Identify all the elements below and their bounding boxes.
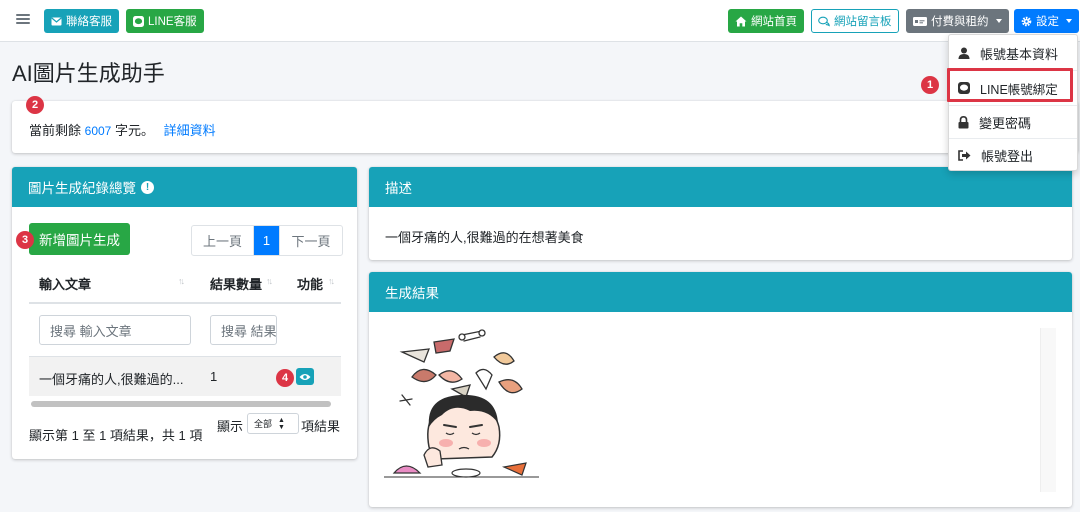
line-support-label: LINE客服 — [148, 16, 197, 28]
table-summary: 顯示第 1 至 1 項結果，共 1 項 — [29, 428, 203, 443]
site-home-button[interactable]: 網站首頁 — [728, 9, 804, 33]
card-icon — [913, 16, 927, 26]
quota-info-card: 當前剩餘 6007 字元。 詳細資料 — [12, 101, 1078, 153]
settings-label: 設定 — [1036, 16, 1059, 28]
search-input-count[interactable]: 搜尋 結果數量 — [210, 315, 277, 345]
column-header-input[interactable]: 輸入文章 — [39, 274, 91, 293]
result-scrollbar[interactable] — [1040, 328, 1056, 492]
table-header-divider — [29, 302, 341, 304]
menu-item-logout[interactable]: 帳號登出 — [949, 138, 1077, 172]
settings-dropdown-menu: 帳號基本資料 LINE帳號綁定 變更密碼 帳號登出 — [948, 34, 1078, 171]
step-badge-1: 1 — [921, 76, 939, 94]
show-label: 顯示 — [217, 419, 244, 434]
site-home-label: 網站首頁 — [751, 16, 797, 28]
new-image-generation-button[interactable]: 新增圖片生成 — [29, 223, 130, 255]
quota-text: 當前剩餘 6007 字元。 詳細資料 — [29, 120, 216, 139]
top-navbar: 聯絡客服 LINE客服 網站首頁 網站留言板 付費與租約 設定 — [0, 0, 1080, 42]
lock-icon — [958, 115, 969, 128]
chevron-down-icon — [1066, 19, 1072, 23]
line-icon — [133, 15, 144, 27]
step-badge-4: 4 — [276, 369, 294, 387]
prev-page-button[interactable]: 上一頁 — [192, 226, 254, 255]
column-header-function[interactable]: 功能 — [297, 274, 323, 293]
line-support-button[interactable]: LINE客服 — [126, 9, 204, 33]
menu-item-change-password[interactable]: 變更密碼 — [949, 105, 1077, 139]
result-title: 生成結果 — [385, 286, 439, 301]
user-icon — [958, 47, 970, 59]
next-page-button[interactable]: 下一頁 — [280, 226, 342, 255]
search-input-text[interactable]: 搜尋 輸入文章 — [39, 315, 191, 345]
line-binding-highlight — [947, 68, 1073, 102]
result-card: 生成結果 — [369, 272, 1072, 507]
row-result-count: 1 — [210, 369, 218, 384]
page-title: AI圖片生成助手 — [12, 61, 165, 86]
chevron-down-icon — [995, 19, 1002, 23]
home-icon — [735, 16, 747, 26]
column-header-count[interactable]: 結果數量 — [210, 274, 262, 293]
page-size-select[interactable]: 全部 ▲ ▼ — [247, 413, 299, 434]
history-card: 圖片生成紀錄總覽 ! 新增圖片生成 上一頁 1 下一頁 輸入文章 ↑↓ 結果數量… — [12, 167, 357, 459]
sort-icon[interactable]: ↑↓ — [266, 276, 273, 286]
view-button[interactable] — [296, 368, 314, 385]
description-title: 描述 — [385, 181, 412, 196]
detail-link[interactable]: 詳細資料 — [164, 123, 216, 138]
quota-prefix: 當前剩餘 — [29, 123, 82, 138]
menu-item-label: 帳號登出 — [981, 148, 1034, 164]
quota-suffix: 字元。 — [114, 123, 154, 138]
table-row[interactable]: 一個牙痛的人,很難過的... 1 — [29, 356, 341, 396]
description-card: 描述 一個牙痛的人,很難過的在想著美食 — [369, 167, 1072, 260]
logout-icon — [958, 149, 971, 161]
horizontal-scrollbar[interactable] — [31, 401, 331, 407]
contact-support-button[interactable]: 聯絡客服 — [44, 9, 119, 33]
step-badge-2: 2 — [26, 96, 44, 114]
result-card-header: 生成結果 — [369, 272, 1072, 312]
message-board-button[interactable]: 網站留言板 — [811, 9, 899, 33]
sort-icon[interactable]: ↑↓ — [178, 276, 185, 286]
description-card-header: 描述 — [369, 167, 1072, 207]
info-icon[interactable]: ! — [141, 180, 154, 194]
row-input-text: 一個牙痛的人,很難過的... — [39, 372, 184, 387]
message-board-label: 網站留言板 — [834, 16, 892, 28]
settings-dropdown-button[interactable]: 設定 — [1014, 9, 1079, 33]
eye-icon — [299, 373, 311, 380]
history-title: 圖片生成紀錄總覽 — [28, 181, 136, 196]
payment-dropdown-button[interactable]: 付費與租約 — [906, 9, 1009, 33]
contact-support-label: 聯絡客服 — [66, 16, 112, 28]
show-suffix: 項結果 — [301, 419, 341, 434]
pagination: 上一頁 1 下一頁 — [191, 225, 343, 256]
select-arrows-icon: ▲ ▼ — [278, 416, 285, 431]
step-badge-3: 3 — [16, 231, 34, 249]
gear-icon — [1021, 16, 1032, 26]
sort-icon[interactable]: ↑↓ — [328, 276, 335, 286]
payment-label: 付費與租約 — [931, 16, 989, 28]
menu-item-label: 帳號基本資料 — [980, 46, 1059, 62]
menu-item-account-info[interactable]: 帳號基本資料 — [949, 36, 1077, 70]
history-card-header: 圖片生成紀錄總覽 ! — [12, 167, 357, 207]
menu-icon[interactable] — [16, 12, 30, 26]
menu-item-label: 變更密碼 — [979, 115, 1032, 131]
envelope-icon — [51, 17, 62, 25]
description-text: 一個牙痛的人,很難過的在想著美食 — [385, 230, 584, 245]
generated-image[interactable] — [384, 327, 539, 482]
page-size-value: 全部 — [254, 419, 273, 429]
chat-icon — [818, 16, 830, 27]
page-1-button[interactable]: 1 — [254, 226, 280, 255]
quota-remaining: 6007 — [84, 124, 112, 138]
